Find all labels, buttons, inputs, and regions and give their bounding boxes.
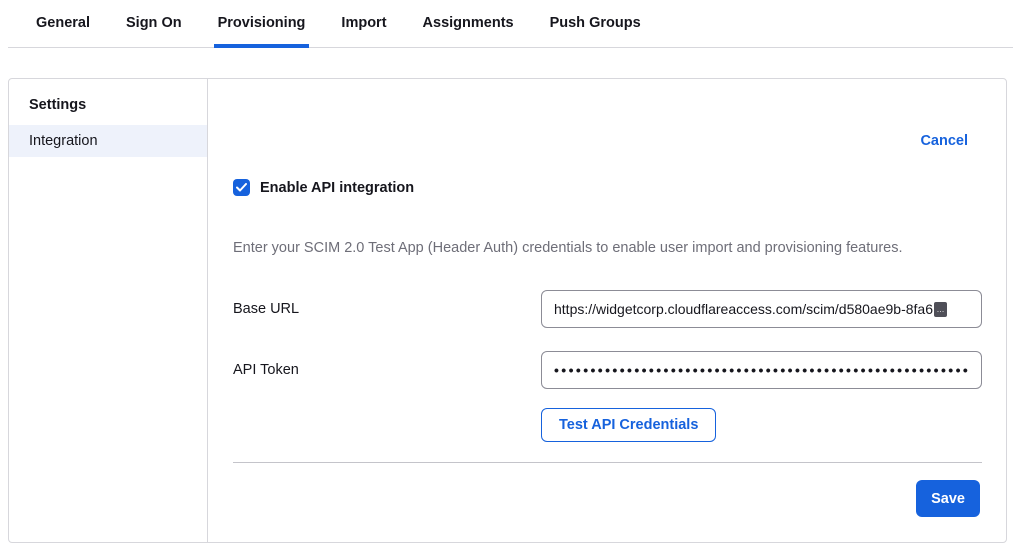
enable-api-row: Enable API integration [233,179,982,196]
api-token-row: API Token ••••••••••••••••••••••••••••••… [233,351,982,389]
test-credentials-row: Test API Credentials [233,408,982,442]
tab-assignments[interactable]: Assignments [419,0,518,47]
integration-settings-panel: Cancel Enable API integration Enter your… [208,79,1006,542]
base-url-label: Base URL [233,301,541,317]
api-token-label: API Token [233,362,541,378]
api-token-input[interactable]: ••••••••••••••••••••••••••••••••••••••••… [541,351,982,389]
base-url-row: Base URL https://widgetcorp.cloudflareac… [233,290,982,328]
api-token-masked-value: ••••••••••••••••••••••••••••••••••••••••… [554,362,969,378]
cancel-row: Cancel [233,79,982,149]
tab-import[interactable]: Import [337,0,390,47]
enable-api-integration-checkbox[interactable] [233,179,250,196]
save-row: Save [233,480,982,517]
base-url-value: https://widgetcorp.cloudflareaccess.com/… [554,301,933,317]
tab-general[interactable]: General [32,0,94,47]
settings-sidebar: Settings Integration [9,79,208,542]
text-overflow-block-icon: … [934,302,947,317]
sidebar-item-integration[interactable]: Integration [9,125,207,157]
test-api-credentials-button[interactable]: Test API Credentials [541,408,716,442]
check-icon [236,183,247,192]
save-button[interactable]: Save [916,480,980,517]
label-spacer [233,408,541,442]
enable-api-integration-label: Enable API integration [260,180,414,196]
tab-push-groups[interactable]: Push Groups [546,0,645,47]
tab-provisioning[interactable]: Provisioning [214,0,310,48]
credentials-description: Enter your SCIM 2.0 Test App (Header Aut… [233,240,982,256]
tab-sign-on[interactable]: Sign On [122,0,186,47]
base-url-input[interactable]: https://widgetcorp.cloudflareaccess.com/… [541,290,982,328]
footer-divider [233,462,982,463]
cancel-button[interactable]: Cancel [920,133,982,149]
app-tabbar: General Sign On Provisioning Import Assi… [8,0,1013,48]
provisioning-card: Settings Integration Cancel Enable API i… [8,78,1007,543]
sidebar-heading: Settings [9,87,207,125]
